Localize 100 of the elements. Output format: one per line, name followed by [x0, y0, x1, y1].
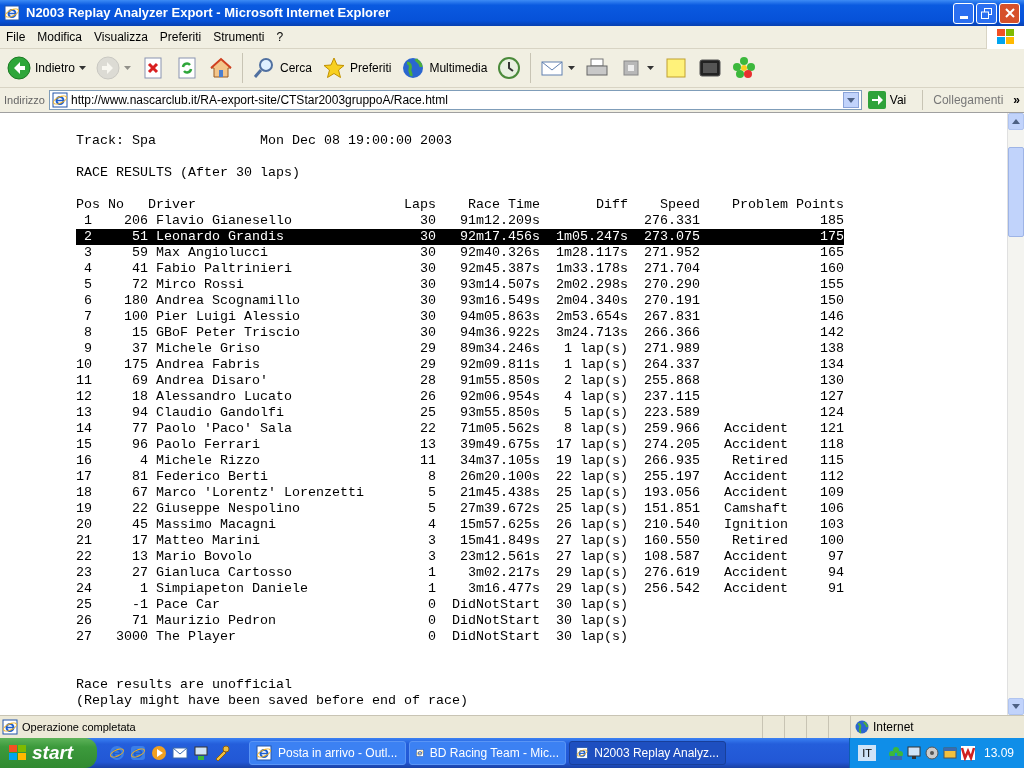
minimize-button[interactable]	[953, 2, 974, 24]
table-cell: 13	[76, 405, 92, 421]
table-cell: 77	[132, 421, 148, 437]
network-icon[interactable]	[193, 745, 209, 761]
table-cell: Accident	[724, 469, 788, 485]
forward-icon	[96, 56, 121, 80]
table-cell: 3m24.713s	[556, 325, 628, 341]
table-cell: 94m05.863s	[460, 309, 540, 325]
window-icon	[256, 745, 272, 761]
browser-icon[interactable]	[130, 745, 146, 761]
windows-logo-icon	[8, 744, 28, 762]
table-cell: 93m14.507s	[460, 277, 540, 293]
letter-icon[interactable]	[959, 745, 976, 761]
table-cell: Matteo Marini	[156, 533, 260, 549]
table-cell: 160	[820, 261, 844, 277]
globe-icon	[401, 56, 426, 80]
menu-item[interactable]: Modifica	[31, 26, 89, 48]
scrollbar[interactable]	[1007, 113, 1024, 715]
table-cell: 4	[140, 453, 148, 469]
table-cell: 26	[76, 613, 92, 629]
table-cell: 23m12.561s	[460, 549, 540, 565]
dropdown-button[interactable]	[842, 92, 859, 108]
menu-item[interactable]: Strumenti	[207, 26, 271, 48]
scroll-up-button[interactable]	[1008, 113, 1024, 130]
table-cell: Paolo 'Paco' Sala	[156, 421, 292, 437]
browser-icon[interactable]	[109, 745, 125, 761]
table-cell: 19 lap(s)	[556, 453, 628, 469]
table-cell: 3m16.477s	[468, 581, 540, 597]
table-cell: 146	[820, 309, 844, 325]
scroll-thumb[interactable]	[1008, 147, 1024, 237]
table-cell: 237.115	[644, 389, 700, 405]
restore-button[interactable]	[976, 2, 997, 24]
links-button[interactable]: Collegamenti	[933, 91, 1004, 109]
go-button[interactable]: Vai	[865, 91, 909, 109]
taskbar-button[interactable]: N2003 Replay Analyz...	[569, 741, 726, 765]
tool-icon[interactable]	[214, 745, 230, 761]
globe-icon	[855, 720, 869, 734]
table-cell: DidNotStart	[452, 629, 540, 645]
table-cell: 255.868	[644, 373, 700, 389]
language-indicator[interactable]: IT	[858, 744, 876, 762]
table-cell: 267.831	[644, 309, 700, 325]
chevron-button[interactable]: »	[1013, 91, 1020, 109]
caret-icon	[124, 66, 132, 70]
close-button[interactable]	[999, 2, 1020, 24]
toolbar-button[interactable]: Indietro	[4, 51, 90, 85]
table-cell: 29 lap(s)	[556, 581, 628, 597]
table-cell: 185	[820, 213, 844, 229]
table-cell: 5	[84, 277, 92, 293]
menu-item[interactable]: File	[0, 26, 32, 48]
table-cell: 22	[76, 549, 92, 565]
table-cell: 92m17.456s	[460, 229, 540, 245]
start-button[interactable]: start	[0, 738, 97, 768]
table-cell: Michele Rizzo	[156, 453, 260, 469]
table-cell: 27	[76, 629, 92, 645]
monitor-icon[interactable]	[905, 745, 922, 761]
column-header: Driver	[148, 197, 197, 213]
table-cell: 0	[428, 629, 436, 645]
table-cell: 4	[84, 261, 92, 277]
table-cell: 30	[420, 309, 436, 325]
menu-item[interactable]: Visualizza	[88, 26, 154, 48]
play-icon[interactable]	[151, 745, 167, 761]
table-cell: Federico Berti	[156, 469, 268, 485]
address-field[interactable]: http://www.nascarclub.it/RA-export-site/CTStar2003gruppoA/Race.html	[48, 90, 862, 110]
table-cell: 150	[820, 293, 844, 309]
table-cell: 127	[820, 389, 844, 405]
mail-icon[interactable]	[172, 745, 188, 761]
scroll-down-button[interactable]	[1008, 698, 1024, 715]
window-icon[interactable]	[941, 745, 958, 761]
toolbar-button[interactable]: Cerca	[249, 51, 316, 85]
date-text: Mon Dec 08 19:00:00 2003	[260, 133, 452, 149]
table-cell: 30 lap(s)	[556, 629, 628, 645]
table-cell: 13	[420, 437, 436, 453]
table-cell: 142	[820, 325, 844, 341]
table-cell: 100	[820, 533, 844, 549]
table-cell: 1m28.117s	[556, 245, 628, 261]
clock-icon	[497, 56, 522, 80]
menu-item[interactable]: ?	[270, 26, 290, 48]
table-cell: 81	[132, 469, 148, 485]
table-cell: 29	[420, 341, 436, 357]
caret-icon	[79, 66, 87, 70]
table-cell: DidNotStart	[452, 597, 540, 613]
toolbar-button[interactable]: Multimedia	[398, 51, 491, 85]
table-cell: 17 lap(s)	[556, 437, 628, 453]
table-cell: 2m53.654s	[556, 309, 628, 325]
taskbar-button[interactable]: Posta in arrivo - Outl...	[249, 741, 406, 765]
menu-item[interactable]: Preferiti	[153, 26, 208, 48]
caret-icon	[846, 97, 855, 103]
table-cell: 106	[820, 501, 844, 517]
toolbar-button[interactable]: Preferiti	[319, 51, 395, 85]
table-cell: 25	[420, 405, 436, 421]
table-cell: Retired	[732, 533, 788, 549]
table-cell: 30	[420, 261, 436, 277]
table-cell: 130	[820, 373, 844, 389]
down-arrow-icon	[1012, 704, 1020, 709]
speaker-icon[interactable]	[923, 745, 940, 761]
table-cell: 264.337	[644, 357, 700, 373]
table-cell: Gianluca Cartosso	[156, 565, 292, 581]
table-cell: 206	[124, 213, 148, 229]
taskbar-button[interactable]: BD Racing Team - Mic...	[409, 741, 566, 765]
table-cell: 100	[124, 309, 148, 325]
